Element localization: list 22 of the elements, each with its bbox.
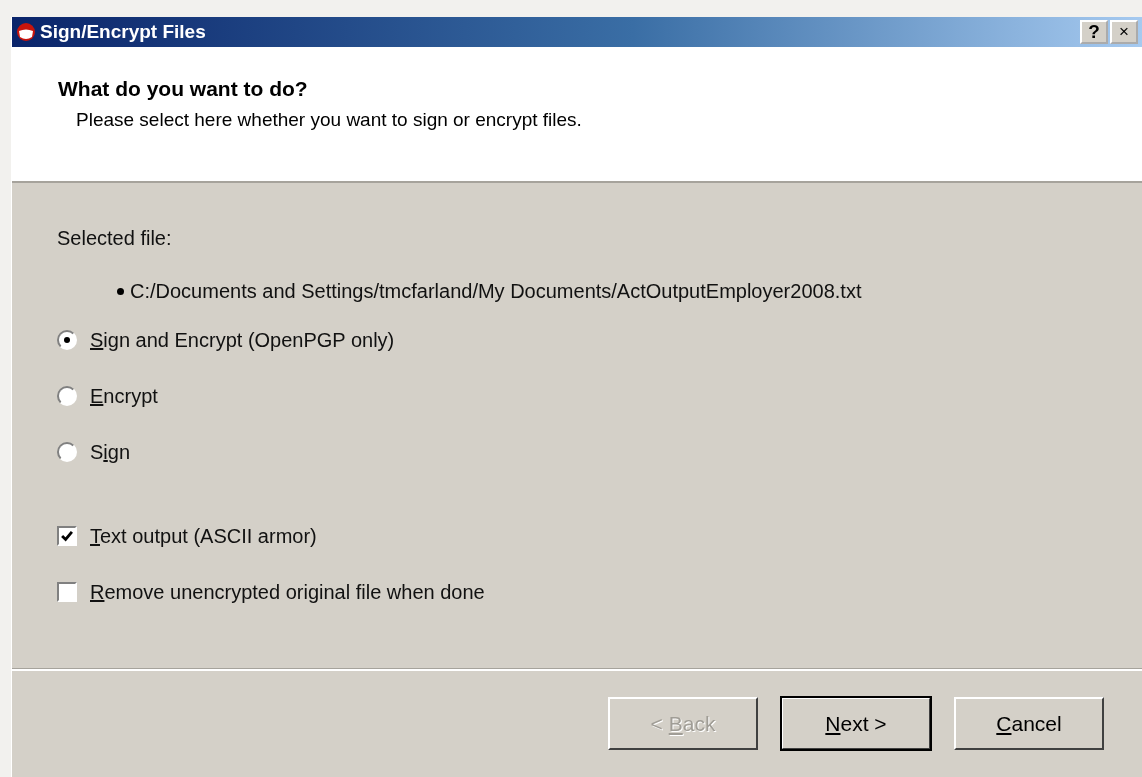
checkbox-label[interactable]: Text output (ASCII armor) (90, 524, 317, 548)
window-title: Sign/Encrypt Files (40, 21, 207, 43)
selected-file-label: Selected file: (57, 227, 173, 250)
radio-button[interactable] (57, 330, 77, 350)
radio-label[interactable]: Encrypt (90, 384, 158, 408)
cancel-button[interactable]: Cancel (954, 697, 1104, 750)
app-icon (16, 22, 36, 42)
checkbox[interactable] (57, 582, 77, 602)
page-description: Please select here whether you want to sign or encrypt files. (76, 109, 583, 131)
checkbox[interactable] (57, 526, 77, 546)
help-button[interactable]: ? (1080, 20, 1108, 44)
bullet-icon (117, 288, 124, 295)
radio-label[interactable]: Sign (90, 440, 131, 464)
radio-button[interactable] (57, 442, 77, 462)
file-path: C:/Documents and Settings/tmcfarland/My Documents/ActOutputEmployer2008.txt (130, 280, 862, 303)
checkbox-label[interactable]: Remove unencrypted original file when done (90, 580, 485, 604)
next-button[interactable]: Next > (781, 697, 931, 750)
radio-button[interactable] (57, 386, 77, 406)
radio-label[interactable]: Sign and Encrypt (OpenPGP only) (90, 328, 395, 352)
close-button[interactable]: × (1110, 20, 1138, 44)
check-mark-icon (60, 529, 74, 543)
page-heading: What do you want to do? (58, 77, 309, 101)
